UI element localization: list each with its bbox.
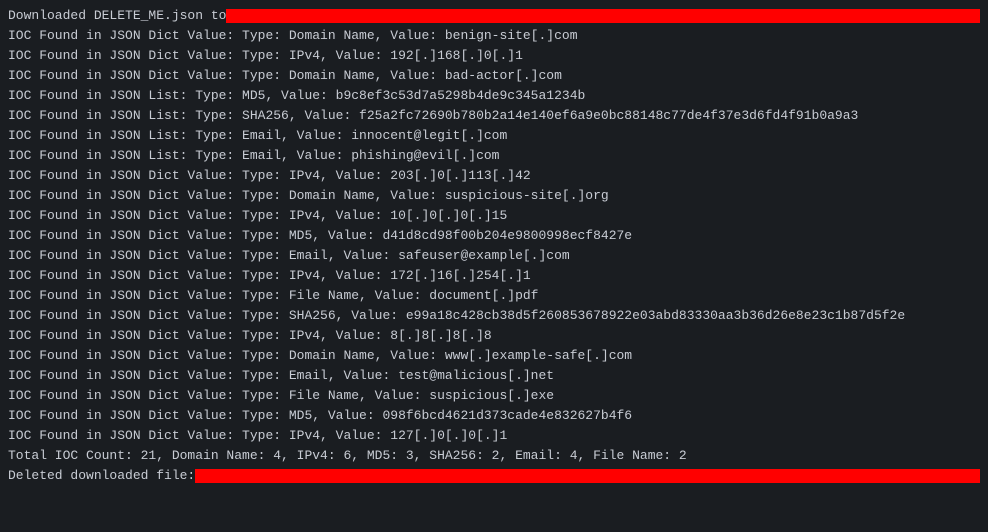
deleted-prefix: Deleted downloaded file: — [8, 466, 195, 486]
total-count-line: Total IOC Count: 21, Domain Name: 4, IPv… — [8, 446, 980, 466]
ioc-text: IOC Found in JSON List: Type: Email, Val… — [8, 126, 507, 146]
ioc-line: IOC Found in JSON Dict Value: Type: File… — [8, 286, 980, 306]
ioc-text: IOC Found in JSON Dict Value: Type: IPv4… — [8, 326, 492, 346]
ioc-line: IOC Found in JSON Dict Value: Type: MD5,… — [8, 226, 980, 246]
ioc-line: IOC Found in JSON List: Type: MD5, Value… — [8, 86, 980, 106]
ioc-text: IOC Found in JSON Dict Value: Type: IPv4… — [8, 166, 531, 186]
total-count-text: Total IOC Count: 21, Domain Name: 4, IPv… — [8, 446, 687, 466]
ioc-text: IOC Found in JSON Dict Value: Type: Emai… — [8, 246, 570, 266]
ioc-line: IOC Found in JSON Dict Value: Type: IPv4… — [8, 266, 980, 286]
ioc-line: IOC Found in JSON List: Type: SHA256, Va… — [8, 106, 980, 126]
ioc-line: IOC Found in JSON Dict Value: Type: IPv4… — [8, 166, 980, 186]
redacted-path-2 — [195, 469, 980, 483]
ioc-line: IOC Found in JSON Dict Value: Type: Emai… — [8, 366, 980, 386]
ioc-line: IOC Found in JSON Dict Value: Type: Doma… — [8, 66, 980, 86]
ioc-text: IOC Found in JSON Dict Value: Type: Doma… — [8, 66, 562, 86]
ioc-line: IOC Found in JSON Dict Value: Type: Doma… — [8, 26, 980, 46]
ioc-text: IOC Found in JSON List: Type: Email, Val… — [8, 146, 499, 166]
ioc-line: IOC Found in JSON Dict Value: Type: File… — [8, 386, 980, 406]
ioc-text: IOC Found in JSON Dict Value: Type: IPv4… — [8, 206, 507, 226]
ioc-text: IOC Found in JSON Dict Value: Type: MD5,… — [8, 226, 632, 246]
ioc-text: IOC Found in JSON Dict Value: Type: Doma… — [8, 346, 632, 366]
ioc-text: IOC Found in JSON Dict Value: Type: IPv4… — [8, 426, 507, 446]
ioc-line: IOC Found in JSON Dict Value: Type: IPv4… — [8, 206, 980, 226]
ioc-text: IOC Found in JSON Dict Value: Type: Doma… — [8, 26, 578, 46]
ioc-line: IOC Found in JSON Dict Value: Type: IPv4… — [8, 326, 980, 346]
ioc-text: IOC Found in JSON Dict Value: Type: MD5,… — [8, 406, 632, 426]
ioc-line: IOC Found in JSON Dict Value: Type: SHA2… — [8, 306, 980, 326]
ioc-line: IOC Found in JSON Dict Value: Type: IPv4… — [8, 46, 980, 66]
ioc-text: IOC Found in JSON List: Type: MD5, Value… — [8, 86, 585, 106]
ioc-text: IOC Found in JSON Dict Value: Type: SHA2… — [8, 306, 905, 326]
ioc-line: IOC Found in JSON Dict Value: Type: MD5,… — [8, 406, 980, 426]
ioc-line: IOC Found in JSON Dict Value: Type: Doma… — [8, 346, 980, 366]
ioc-line: IOC Found in JSON Dict Value: Type: Emai… — [8, 246, 980, 266]
ioc-line: IOC Found in JSON Dict Value: Type: Doma… — [8, 186, 980, 206]
redacted-path-1 — [226, 9, 980, 23]
download-line: Downloaded DELETE_ME.json to — [8, 6, 980, 26]
ioc-text: IOC Found in JSON Dict Value: Type: File… — [8, 386, 554, 406]
terminal-output: Downloaded DELETE_ME.json to IOC Found i… — [0, 0, 988, 492]
ioc-line: IOC Found in JSON List: Type: Email, Val… — [8, 146, 980, 166]
download-prefix: Downloaded DELETE_ME.json to — [8, 6, 226, 26]
ioc-text: IOC Found in JSON List: Type: SHA256, Va… — [8, 106, 858, 126]
ioc-text: IOC Found in JSON Dict Value: Type: File… — [8, 286, 539, 306]
ioc-line: IOC Found in JSON Dict Value: Type: IPv4… — [8, 426, 980, 446]
ioc-text: IOC Found in JSON Dict Value: Type: IPv4… — [8, 46, 523, 66]
deleted-line: Deleted downloaded file: — [8, 466, 980, 486]
ioc-text: IOC Found in JSON Dict Value: Type: IPv4… — [8, 266, 531, 286]
ioc-line: IOC Found in JSON List: Type: Email, Val… — [8, 126, 980, 146]
ioc-text: IOC Found in JSON Dict Value: Type: Emai… — [8, 366, 554, 386]
ioc-text: IOC Found in JSON Dict Value: Type: Doma… — [8, 186, 609, 206]
